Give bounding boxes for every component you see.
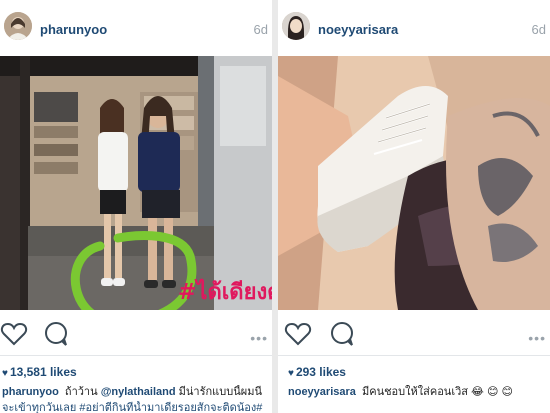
- emoji-3: 😊: [501, 386, 513, 398]
- post-photo[interactable]: [278, 56, 550, 310]
- likes-text: 293 likes: [295, 365, 346, 379]
- caption-text-after: มีน่ารักแบบนี้ผมนี: [178, 386, 262, 398]
- left-post: pharunyoo 6d #ได้เดียง ••• ♥ 13,581 like…: [0, 0, 272, 413]
- overlay-hashtag: #ได้เดียงดารา: [178, 280, 272, 305]
- heart-outline-icon[interactable]: [284, 320, 312, 348]
- caption-username[interactable]: pharunyoo: [2, 386, 59, 398]
- heart-outline-icon[interactable]: [0, 320, 28, 348]
- timestamp: 6d: [253, 22, 268, 37]
- avatar-image: [4, 12, 32, 40]
- post-header: noeyyarisara 6d: [278, 0, 550, 56]
- more-dots-icon[interactable]: •••: [250, 330, 268, 346]
- username[interactable]: pharunyoo: [40, 22, 107, 37]
- likes-count[interactable]: ♥ 293 likes: [288, 365, 346, 379]
- post-header: pharunyoo 6d: [0, 0, 272, 56]
- avatar[interactable]: [282, 12, 310, 40]
- timestamp: 6d: [531, 22, 546, 37]
- caption: noeyyarisara มีคนชอบให้ใส่คอนเวิส 😂 😊 😊: [288, 385, 550, 399]
- post-photo-image: [278, 56, 550, 310]
- small-heart-icon: ♥: [288, 368, 294, 379]
- caption-line-2: จะเข้าทุกวันเลย #อย่าตีกินที่น้ำมาเดียรอ…: [2, 402, 263, 413]
- emoji-1: 😂: [471, 386, 484, 398]
- likes-count[interactable]: ♥ 13,581 likes: [2, 365, 77, 379]
- speech-bubble-icon[interactable]: [42, 320, 70, 348]
- post-actions: •••: [0, 314, 272, 350]
- likes-text: 13,581 likes: [9, 365, 77, 379]
- emoji-2: 😊: [486, 386, 499, 398]
- avatar[interactable]: [4, 12, 32, 40]
- more-dots-icon[interactable]: •••: [528, 330, 546, 346]
- right-post: noeyyarisara 6d ••• ♥ 293 likes noeyyari…: [278, 0, 550, 413]
- divider: [0, 355, 272, 356]
- caption-username[interactable]: noeyyarisara: [288, 386, 356, 398]
- speech-bubble-icon[interactable]: [328, 320, 356, 348]
- avatar-image: [282, 12, 310, 40]
- username[interactable]: noeyyarisara: [318, 22, 398, 37]
- caption-text: ถ้าว้าน: [64, 386, 98, 398]
- caption-mention[interactable]: @nylathailand: [101, 386, 176, 398]
- post-actions: •••: [278, 314, 550, 350]
- caption: pharunyoo ถ้าว้าน @nylathailand มีน่ารัก…: [2, 385, 270, 399]
- divider: [278, 355, 550, 356]
- post-photo-image: [0, 56, 272, 310]
- post-photo[interactable]: #ได้เดียงดารา: [0, 56, 272, 310]
- caption-text: มีคนชอบให้ใส่คอนเวิส: [361, 386, 468, 398]
- small-heart-icon: ♥: [2, 368, 8, 379]
